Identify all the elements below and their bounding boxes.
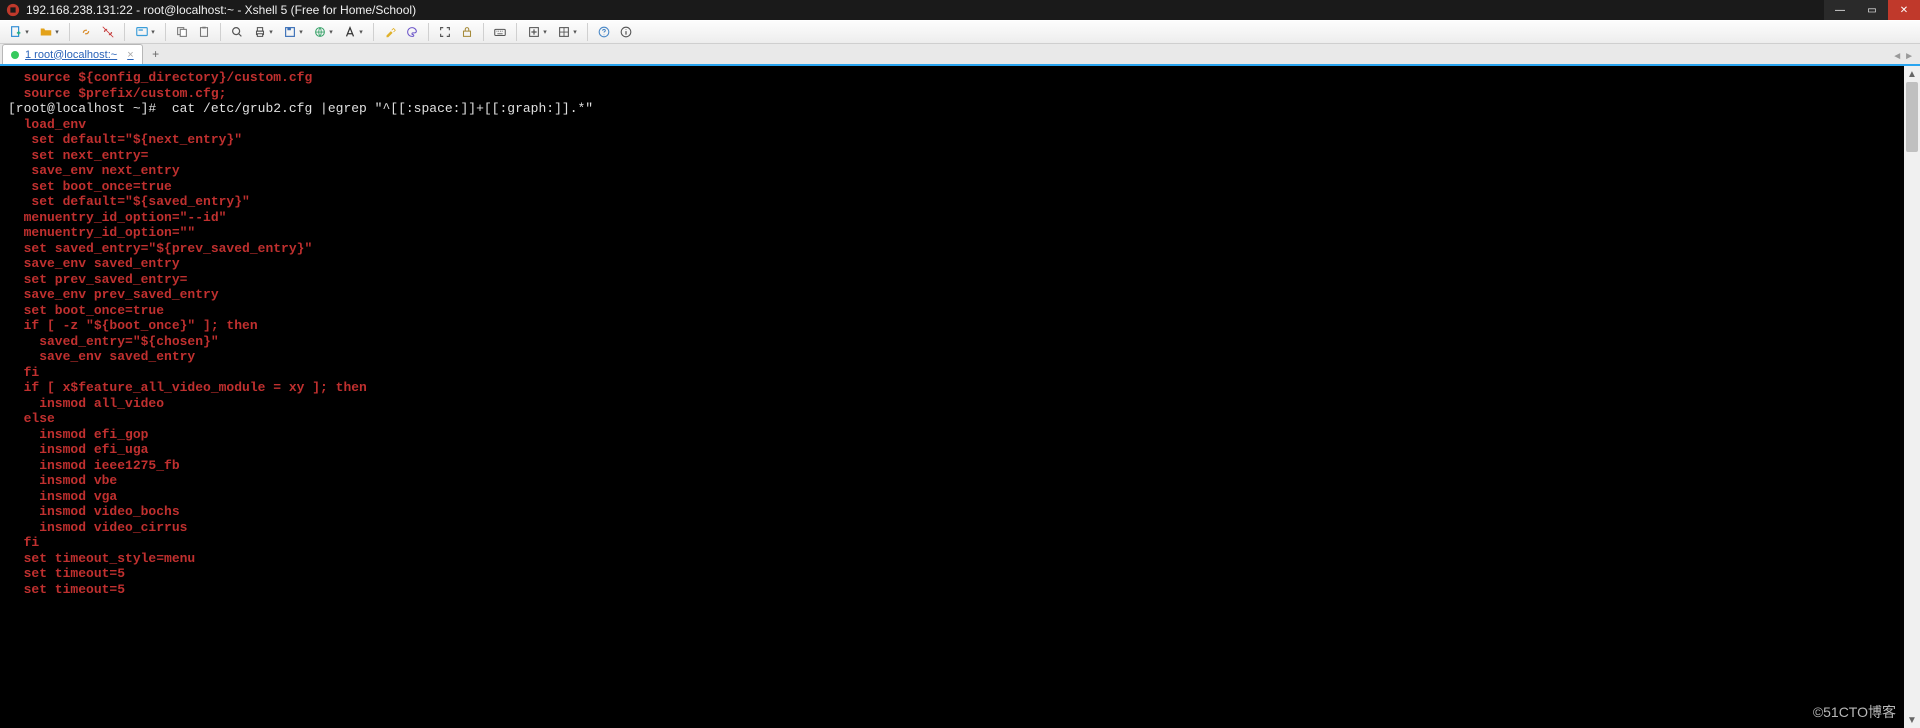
- find-icon[interactable]: [228, 23, 246, 41]
- open-folder-icon[interactable]: [36, 23, 62, 41]
- output-line: set timeout_style=menu: [8, 551, 1912, 567]
- output-line: insmod video_cirrus: [8, 520, 1912, 536]
- output-line: set timeout=5: [8, 582, 1912, 598]
- font-icon[interactable]: [340, 23, 366, 41]
- connection-status-icon: [11, 51, 19, 59]
- print-icon[interactable]: [250, 23, 276, 41]
- prompt-line: [root@localhost ~]# cat /etc/grub2.cfg |…: [8, 101, 1912, 117]
- new-session-icon[interactable]: [6, 23, 32, 41]
- output-line: save_env prev_saved_entry: [8, 287, 1912, 303]
- output-line: set prev_saved_entry=: [8, 272, 1912, 288]
- disconnect-icon[interactable]: [99, 23, 117, 41]
- toolbar-separator: [516, 23, 517, 41]
- toolbar-separator: [165, 23, 166, 41]
- link-icon[interactable]: [77, 23, 95, 41]
- minimize-button[interactable]: —: [1824, 0, 1856, 20]
- output-line: fi: [8, 535, 1912, 551]
- fullscreen-icon[interactable]: [436, 23, 454, 41]
- tab-label: 1 root@localhost:~: [25, 49, 117, 61]
- layout-icon[interactable]: [554, 23, 580, 41]
- new-tab-button[interactable]: +: [147, 45, 165, 63]
- tab-next-button[interactable]: ►: [1904, 51, 1914, 62]
- window-controls: — ▭ ✕: [1824, 0, 1920, 20]
- app-icon: [6, 3, 20, 17]
- close-button[interactable]: ✕: [1888, 0, 1920, 20]
- highlight-icon[interactable]: [381, 23, 399, 41]
- output-line: set boot_once=true: [8, 179, 1912, 195]
- output-line: insmod efi_uga: [8, 442, 1912, 458]
- scroll-up-button[interactable]: ▲: [1904, 66, 1920, 82]
- copy-icon[interactable]: [173, 23, 191, 41]
- toolbar-separator: [124, 23, 125, 41]
- tab-nav: ◄ ►: [1892, 51, 1914, 62]
- tabbar: 1 root@localhost:~ × + ◄ ►: [0, 44, 1920, 66]
- output-line: set default="${saved_entry}": [8, 194, 1912, 210]
- output-line: else: [8, 411, 1912, 427]
- vertical-scrollbar[interactable]: ▲ ▼: [1904, 66, 1920, 728]
- maximize-button[interactable]: ▭: [1856, 0, 1888, 20]
- tab-prev-button[interactable]: ◄: [1892, 51, 1902, 62]
- output-line: load_env: [8, 117, 1912, 133]
- output-line: source ${config_directory}/custom.cfg: [8, 70, 1912, 86]
- terminal-pane[interactable]: source ${config_directory}/custom.cfg so…: [0, 66, 1920, 728]
- output-line: source $prefix/custom.cfg;: [8, 86, 1912, 102]
- toolbar-separator: [69, 23, 70, 41]
- globe-icon[interactable]: [310, 23, 336, 41]
- output-line: set saved_entry="${prev_saved_entry}": [8, 241, 1912, 257]
- output-line: insmod vga: [8, 489, 1912, 505]
- output-line: save_env saved_entry: [8, 349, 1912, 365]
- scrollbar-track[interactable]: [1904, 82, 1920, 712]
- save-icon[interactable]: [280, 23, 306, 41]
- output-line: save_env next_entry: [8, 163, 1912, 179]
- output-line: fi: [8, 365, 1912, 381]
- output-line: set default="${next_entry}": [8, 132, 1912, 148]
- output-line: if [ -z "${boot_once}" ]; then: [8, 318, 1912, 334]
- watermark: ©51CTO博客: [1813, 702, 1896, 722]
- toolbar-separator: [373, 23, 374, 41]
- output-line: insmod efi_gop: [8, 427, 1912, 443]
- help-icon[interactable]: [595, 23, 613, 41]
- toolbar-separator: [587, 23, 588, 41]
- palette-icon[interactable]: [403, 23, 421, 41]
- output-line: save_env saved_entry: [8, 256, 1912, 272]
- output-line: menuentry_id_option="": [8, 225, 1912, 241]
- output-line: set boot_once=true: [8, 303, 1912, 319]
- info-icon[interactable]: [617, 23, 635, 41]
- output-line: insmod all_video: [8, 396, 1912, 412]
- lock-icon[interactable]: [458, 23, 476, 41]
- output-line: if [ x$feature_all_video_module = xy ]; …: [8, 380, 1912, 396]
- add-panel-icon[interactable]: [524, 23, 550, 41]
- toolbar-separator: [220, 23, 221, 41]
- scroll-down-button[interactable]: ▼: [1904, 712, 1920, 728]
- properties-icon[interactable]: [132, 23, 158, 41]
- titlebar: 192.168.238.131:22 - root@localhost:~ - …: [0, 0, 1920, 20]
- output-line: set timeout=5: [8, 566, 1912, 582]
- paste-icon[interactable]: [195, 23, 213, 41]
- output-line: saved_entry="${chosen}": [8, 334, 1912, 350]
- output-line: insmod ieee1275_fb: [8, 458, 1912, 474]
- session-tab[interactable]: 1 root@localhost:~ ×: [2, 44, 143, 64]
- window-title: 192.168.238.131:22 - root@localhost:~ - …: [26, 3, 416, 17]
- toolbar-separator: [428, 23, 429, 41]
- output-line: insmod video_bochs: [8, 504, 1912, 520]
- toolbar-separator: [483, 23, 484, 41]
- keyboard-icon[interactable]: [491, 23, 509, 41]
- toolbar: [0, 20, 1920, 44]
- output-line: set next_entry=: [8, 148, 1912, 164]
- output-line: menuentry_id_option="--id": [8, 210, 1912, 226]
- output-line: insmod vbe: [8, 473, 1912, 489]
- scrollbar-thumb[interactable]: [1906, 82, 1918, 152]
- tab-close-icon[interactable]: ×: [127, 49, 133, 61]
